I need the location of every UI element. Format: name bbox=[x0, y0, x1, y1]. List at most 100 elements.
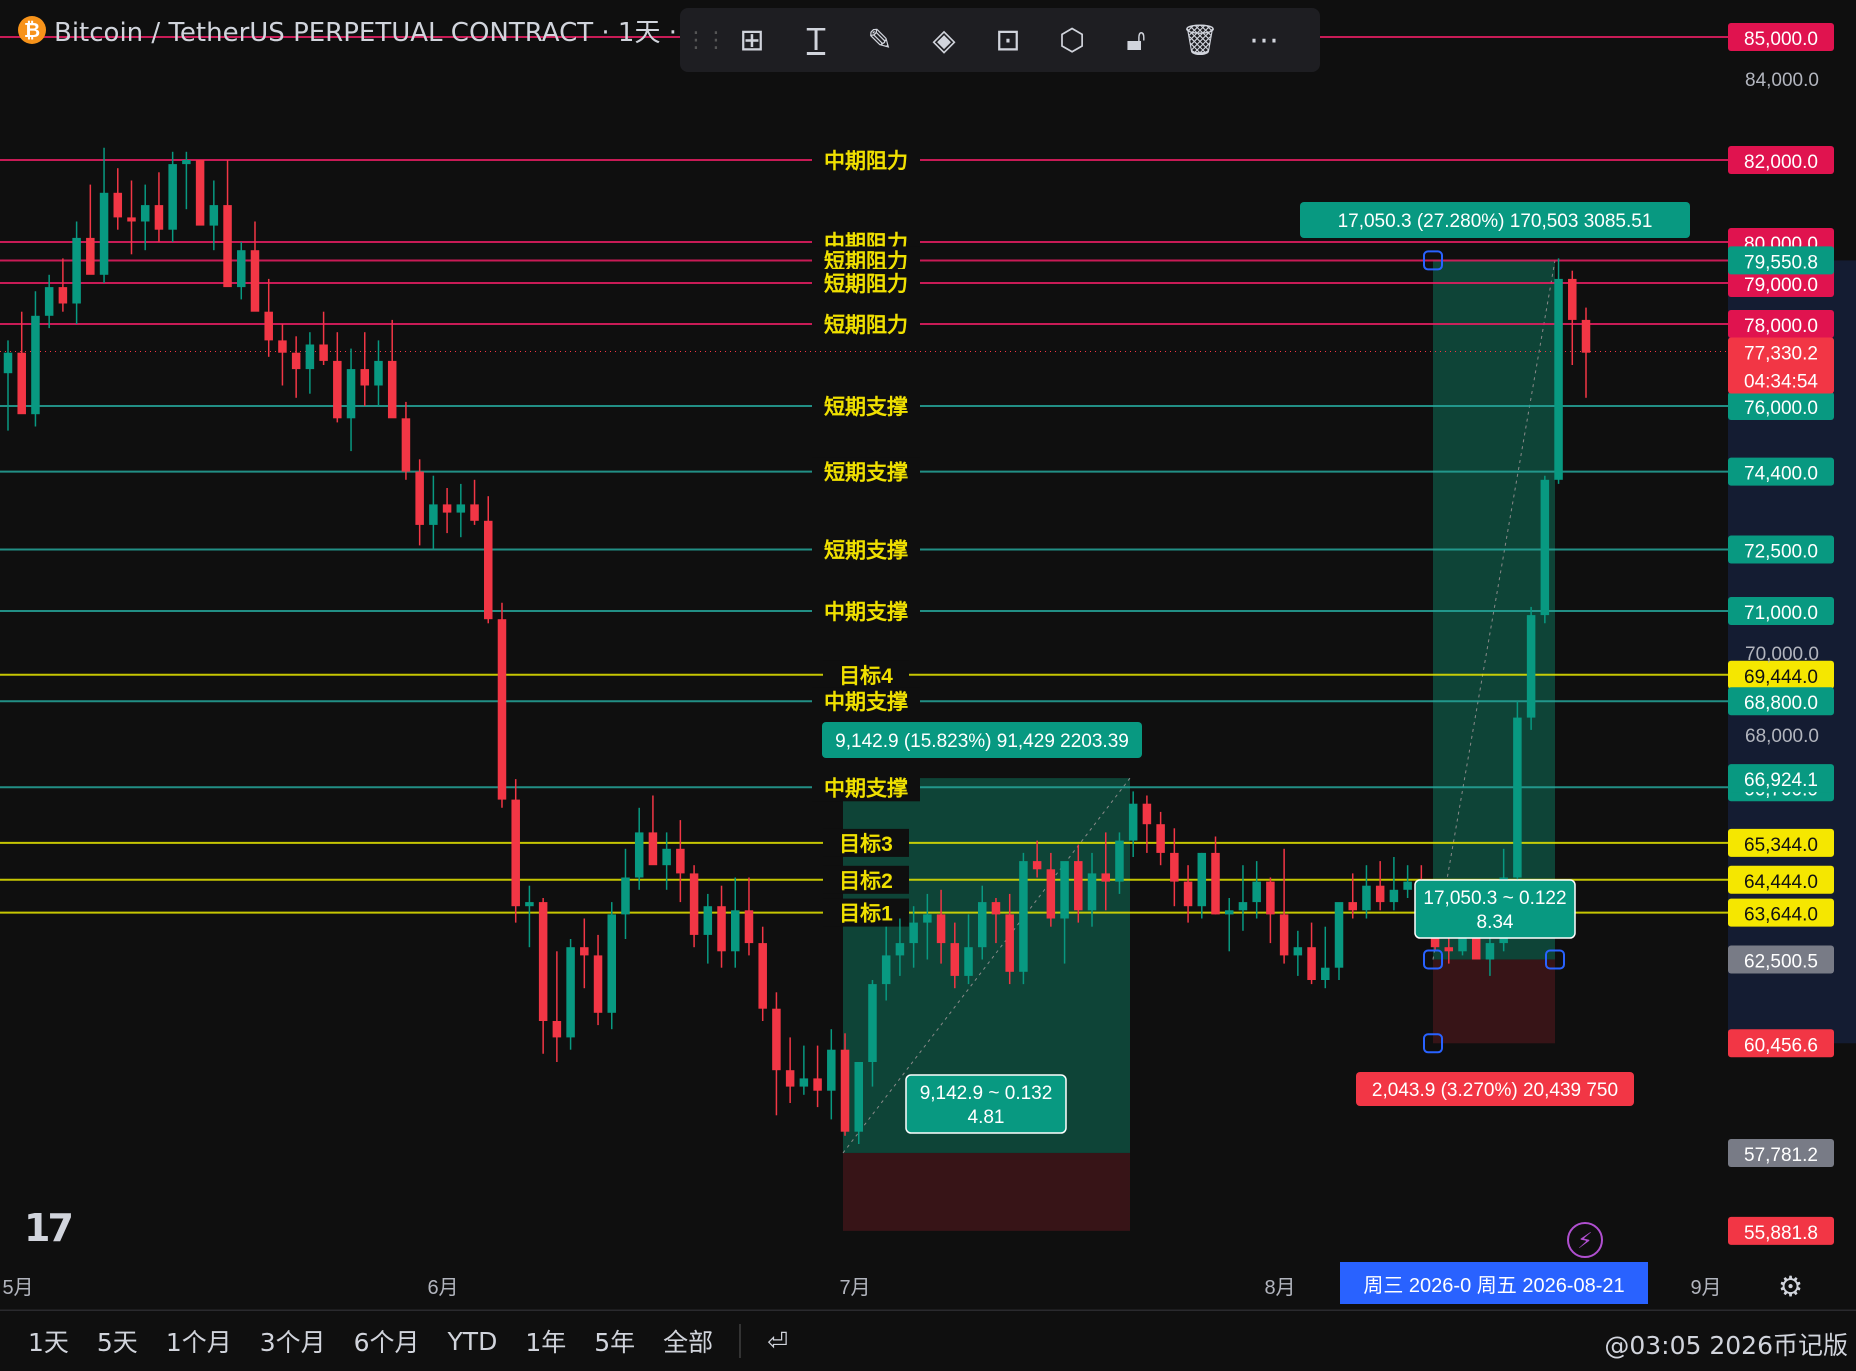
level-label: 短期支撑 bbox=[824, 395, 908, 419]
price-tag: 82,000.0 bbox=[1744, 152, 1818, 173]
countdown-timer: 04:34:54 bbox=[1744, 371, 1818, 392]
price-tag: 74,400.0 bbox=[1744, 464, 1818, 485]
candle bbox=[854, 1062, 864, 1144]
level-label: 中期支撑 bbox=[824, 690, 908, 714]
more-icon[interactable]: ⋯ bbox=[1232, 8, 1296, 72]
watermark: @03:05 2026币记版 bbox=[1604, 1331, 1848, 1360]
candle-body bbox=[772, 1008, 781, 1071]
position-loss-zone bbox=[1433, 959, 1555, 1044]
price-tag-0: 79,550.8 bbox=[1728, 246, 1834, 275]
candle-body bbox=[168, 164, 177, 230]
period-6m[interactable]: 6个月 bbox=[340, 1323, 434, 1359]
price-tag: 71,000.0 bbox=[1744, 603, 1818, 624]
candle-body bbox=[566, 947, 575, 1038]
price-tag-5: 57,781.2 bbox=[1728, 1138, 1834, 1167]
unlock-icon[interactable]: 🔓︎ bbox=[1104, 8, 1168, 72]
level-label: 目标4 bbox=[839, 664, 893, 688]
price-tag-4: 60,456.6 bbox=[1728, 1029, 1834, 1058]
candle bbox=[689, 865, 699, 948]
price-tag-2: 66,924.1 bbox=[1728, 764, 1834, 793]
candle-body bbox=[881, 955, 891, 985]
candle-body bbox=[621, 877, 630, 915]
fill-color-icon[interactable]: ◈ bbox=[912, 8, 976, 72]
candle-body bbox=[99, 192, 109, 275]
candle-body bbox=[1375, 885, 1385, 903]
candle bbox=[1513, 701, 1522, 882]
candle-body bbox=[634, 832, 644, 878]
candle bbox=[1526, 606, 1536, 730]
period-1m[interactable]: 1个月 bbox=[152, 1323, 246, 1359]
gear-icon[interactable]: ⚙︎ bbox=[1778, 1270, 1808, 1303]
candle-body bbox=[1238, 902, 1248, 911]
level-label: 目标3 bbox=[839, 832, 893, 856]
candle-body bbox=[346, 369, 356, 419]
settings-icon[interactable]: ⬡ bbox=[1040, 8, 1104, 72]
candle-body bbox=[497, 619, 507, 800]
add-alert-icon[interactable]: ⊡ bbox=[976, 8, 1040, 72]
period-1d[interactable]: 1天 bbox=[0, 1323, 83, 1359]
candle-body bbox=[936, 914, 946, 944]
candle-body bbox=[813, 1078, 822, 1091]
price-chart[interactable]: 85,000.0中期阻力82,000.0中期阻力80,000.0短期阻力79,5… bbox=[0, 0, 1856, 1370]
price-axis-tick: 68,000.0 bbox=[1745, 726, 1819, 747]
period-5d[interactable]: 5天 bbox=[83, 1323, 152, 1359]
replay-icon[interactable]: ⏎ bbox=[753, 1327, 802, 1356]
time-axis-label: 5月 bbox=[2, 1277, 33, 1299]
candle-body bbox=[1513, 717, 1522, 878]
candle-body bbox=[593, 955, 603, 1013]
candle-body bbox=[1362, 885, 1371, 911]
candle-body bbox=[511, 799, 520, 907]
candle bbox=[195, 160, 205, 226]
price-tag: 64,444.0 bbox=[1744, 872, 1818, 893]
candle-body bbox=[1183, 881, 1193, 907]
candle-body bbox=[154, 205, 164, 230]
candle-body bbox=[1115, 840, 1124, 882]
candle-body bbox=[1032, 861, 1042, 870]
position-info-line1: 9,142.9 ~ 0.132 bbox=[920, 1083, 1053, 1104]
templates-icon[interactable]: ⊞ bbox=[720, 8, 784, 72]
period-5y[interactable]: 5年 bbox=[580, 1323, 649, 1359]
candle-body bbox=[923, 914, 932, 923]
candle bbox=[497, 602, 507, 808]
symbol-header[interactable]: ₿ Bitcoin / TetherUS PERPETUAL CONTRACT … bbox=[4, 10, 703, 50]
candle bbox=[1540, 475, 1550, 624]
period-3m[interactable]: 3个月 bbox=[246, 1323, 340, 1359]
candle-body bbox=[607, 914, 617, 1013]
price-tag: 68,800.0 bbox=[1744, 693, 1818, 714]
candle-body bbox=[429, 504, 438, 525]
candle-body bbox=[1403, 881, 1412, 890]
trash-icon[interactable]: 🗑︎ bbox=[1168, 8, 1232, 72]
candle-body bbox=[689, 873, 699, 935]
period-ytd[interactable]: YTD bbox=[434, 1327, 512, 1356]
line-color-icon[interactable]: ✎ bbox=[848, 8, 912, 72]
candle-body bbox=[827, 1049, 836, 1091]
level-label: 中期支撑 bbox=[824, 776, 908, 800]
candle bbox=[1019, 852, 1028, 985]
symbol-title[interactable]: Bitcoin / TetherUS PERPETUAL CONTRACT · … bbox=[54, 12, 703, 49]
time-axis-label: 7月 bbox=[839, 1277, 870, 1299]
candle-body bbox=[1266, 881, 1275, 915]
candle-body bbox=[319, 344, 328, 361]
period-all[interactable]: 全部 bbox=[649, 1323, 727, 1359]
candle-body bbox=[484, 520, 493, 620]
candle-body bbox=[991, 902, 1001, 915]
candle-body bbox=[442, 504, 452, 513]
candle-body bbox=[703, 906, 713, 935]
grip-icon[interactable]: ⋮⋮ bbox=[685, 8, 727, 72]
candle-body bbox=[552, 1021, 562, 1038]
lightning-icon[interactable]: ⚡︎ bbox=[1567, 1222, 1603, 1258]
time-axis-label: 6月 bbox=[427, 1277, 458, 1299]
candle-body bbox=[250, 250, 260, 312]
candle-body bbox=[1101, 873, 1110, 882]
text-icon[interactable]: T bbox=[784, 8, 848, 72]
price-tag: 78,000.0 bbox=[1744, 316, 1818, 337]
level-label: 中期阻力 bbox=[824, 150, 908, 173]
period-1y[interactable]: 1年 bbox=[511, 1323, 580, 1359]
level-label: 中期支撑 bbox=[824, 600, 908, 624]
candle-body bbox=[86, 237, 95, 275]
candle bbox=[168, 151, 177, 242]
candle-body bbox=[72, 237, 81, 304]
candle-body bbox=[1170, 852, 1179, 882]
candle-body bbox=[1581, 319, 1591, 353]
candle-body bbox=[538, 902, 548, 1021]
